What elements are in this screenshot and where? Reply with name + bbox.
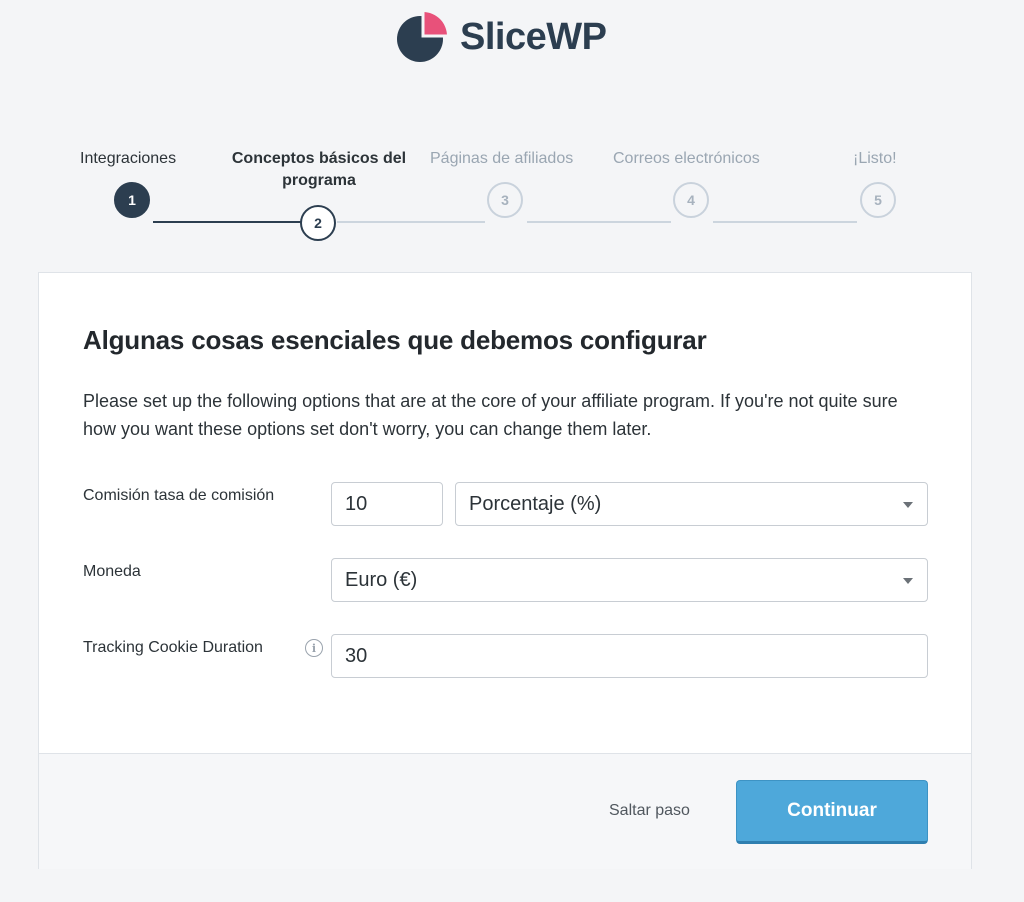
step-circle-5: 5 [860,182,896,218]
step-label-4: Correos electrónicos [613,150,760,167]
step-label-2: Conceptos básicos del programa [231,150,407,189]
cookie-duration-label: Tracking Cookie Duration [83,639,263,656]
chevron-down-icon [903,578,913,584]
step-connector-2 [337,221,485,223]
card-footer: Saltar paso Continuar [39,753,971,869]
step-connector-3 [527,221,671,223]
card-title: Algunas cosas esenciales que debemos con… [83,325,707,355]
step-circle-3: 3 [487,182,523,218]
step-circle-4: 4 [673,182,709,218]
step-label-5: ¡Listo! [853,150,897,167]
skip-step-link[interactable]: Saltar paso [609,802,690,820]
step-circle-2[interactable]: 2 [300,205,336,241]
step-label-3: Páginas de afiliados [430,150,574,167]
step-connector-4 [713,221,857,223]
commission-type-value: Porcentaje (%) [469,492,602,515]
step-circle-1[interactable]: 1 [114,182,150,218]
continue-button[interactable]: Continuar [736,780,928,844]
currency-label: Moneda [83,563,141,580]
currency-select[interactable]: Euro (€) [331,558,928,602]
info-icon[interactable]: i [305,639,323,657]
step-connector-1 [153,221,301,223]
commission-rate-input[interactable] [331,482,443,526]
chevron-down-icon [903,502,913,508]
commission-type-select[interactable]: Porcentaje (%) [455,482,928,526]
settings-card: Algunas cosas esenciales que debemos con… [38,272,972,869]
currency-value: Euro (€) [345,568,418,591]
card-description: Please set up the following options that… [83,391,898,439]
commission-rate-label: Comisión tasa de comisión [83,487,275,504]
step-label-1: Integraciones [80,150,177,167]
cookie-duration-input[interactable] [331,634,928,678]
wizard-steps: Integraciones Conceptos básicos del prog… [0,0,1024,250]
